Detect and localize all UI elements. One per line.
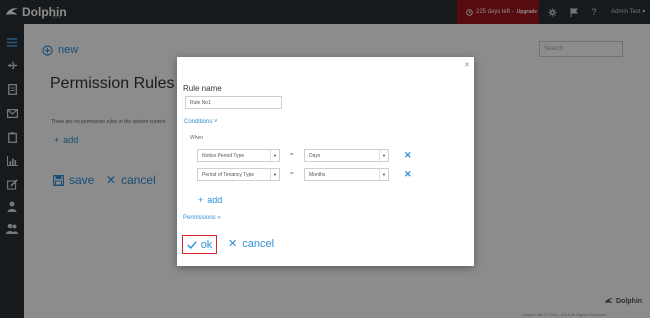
chevron-down-icon: ▼ <box>270 150 279 161</box>
condition-value: Days <box>309 153 321 159</box>
permissions-toggle[interactable]: Permissions » <box>183 215 221 221</box>
condition-field-select[interactable]: Notice Period Type ▼ <box>197 149 280 162</box>
condition-field-value: Notice Period Type <box>202 153 245 159</box>
add-condition-button[interactable]: + add <box>198 195 222 205</box>
condition-field-select[interactable]: Period of Tenancy Type ▼ <box>197 168 280 181</box>
close-icon: ✕ <box>228 238 238 250</box>
remove-condition-icon[interactable]: ✕ <box>404 170 412 179</box>
cancel-label: cancel <box>242 237 275 250</box>
rule-name-label: Rule name <box>183 84 222 93</box>
rule-name-input[interactable]: Rule No1 <box>185 96 282 109</box>
add-condition-label: add <box>207 195 223 205</box>
close-icon[interactable]: ✕ <box>464 62 470 69</box>
chevron-down-icon: ▼ <box>379 169 388 180</box>
condition-value: Months <box>309 172 326 178</box>
condition-value-select[interactable]: Months ▼ <box>304 168 389 181</box>
condition-operator: = <box>290 171 294 177</box>
conditions-toggle[interactable]: Conditions ˅ <box>184 119 218 125</box>
condition-operator: = <box>290 152 294 158</box>
ok-label: ok <box>200 238 213 251</box>
remove-condition-icon[interactable]: ✕ <box>404 151 412 160</box>
plus-icon: + <box>198 195 204 205</box>
when-label: When <box>190 135 204 141</box>
rule-dialog: ✕ Rule name Rule No1 Conditions ˅ When N… <box>177 57 474 266</box>
condition-field-value: Period of Tenancy Type <box>202 172 255 178</box>
chevron-down-icon: ▼ <box>270 169 279 180</box>
ok-button[interactable]: ok <box>182 235 217 254</box>
condition-value-select[interactable]: Days ▼ <box>304 149 389 162</box>
chevron-down-icon: ▼ <box>379 150 388 161</box>
checkmark-icon <box>186 240 197 249</box>
cancel-button[interactable]: ✕ cancel <box>228 237 275 251</box>
